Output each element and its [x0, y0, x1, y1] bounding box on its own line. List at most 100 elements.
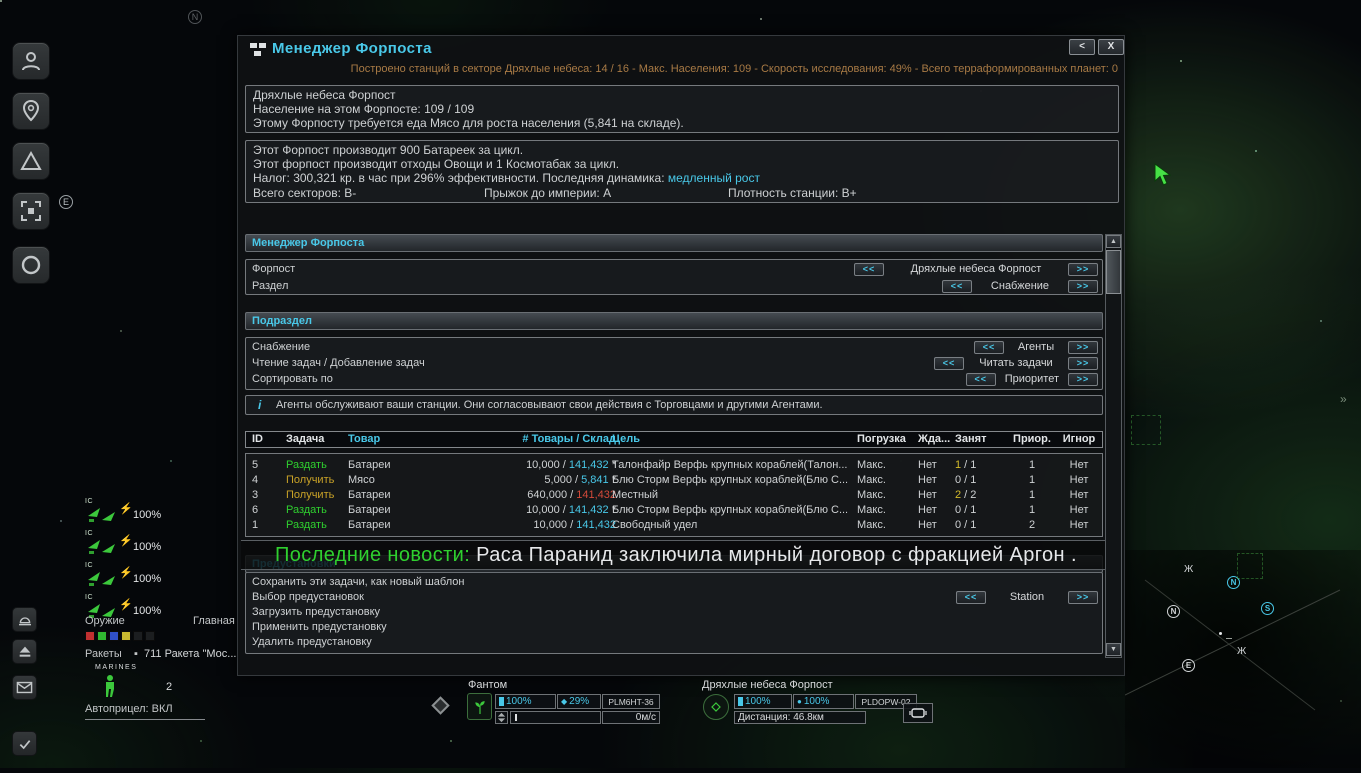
scroll-down-button[interactable]: ▼	[1106, 643, 1121, 656]
sprout-icon	[473, 698, 487, 716]
ship-id-plate: PLM6HT-36	[602, 694, 660, 709]
group-color-2[interactable]	[97, 631, 107, 641]
marine-icon	[102, 674, 118, 698]
ship-name: Фантом	[468, 679, 507, 691]
sort-value: Приоритет	[999, 372, 1065, 387]
supply-next-button[interactable]: >>	[1068, 341, 1098, 354]
target-shield-gauge: 100%	[734, 694, 792, 709]
task-amount: 10,000 / 141,432 *	[446, 458, 616, 473]
weapon-group-energy: 100%	[133, 605, 161, 617]
sidebar-map-button[interactable]	[12, 92, 50, 130]
section-prev-button[interactable]: <<	[942, 280, 972, 293]
missiles-value[interactable]: 711 Ракета "Мос...	[144, 648, 236, 660]
weapon-group-1[interactable]: IC ⚡ 100%	[85, 500, 175, 530]
header-ignore: Игнор	[1056, 432, 1102, 447]
task-id: 4	[252, 473, 280, 488]
weapon-group-energy: 100%	[133, 541, 161, 553]
task-ignore: Нет	[1056, 458, 1102, 473]
gauge-bar-icon	[499, 697, 504, 706]
section-next-button[interactable]: >>	[1068, 280, 1098, 293]
task-ware: Батареи	[348, 518, 444, 533]
marines-count: 2	[166, 681, 172, 693]
group-color-empty-1[interactable]	[133, 631, 143, 641]
sidebar-pilot-button[interactable]	[12, 42, 50, 80]
missile-bullet-icon: ▪	[134, 648, 138, 660]
sort-next-button[interactable]: >>	[1068, 373, 1098, 386]
group-color-4[interactable]	[121, 631, 131, 641]
task-busy: 1 / 1	[955, 458, 1007, 473]
preset-next-button[interactable]: >>	[1068, 591, 1098, 604]
sidebar-video-button[interactable]	[12, 192, 50, 230]
target-diamond-icon	[710, 701, 722, 713]
preset-save-row[interactable]: Сохранить эти задачи, как новый шаблон	[252, 575, 464, 590]
ship-menu-button[interactable]	[467, 693, 492, 720]
task-row-3[interactable]: 3 Получить Батареи 640,000 / 141,432 Мес…	[246, 488, 1102, 503]
comm-button[interactable]	[903, 703, 933, 723]
production-line1: Этот Форпост производит 900 Батареек за …	[253, 143, 523, 157]
scrollbar[interactable]: ▲ ▼	[1105, 234, 1122, 658]
sidebar-navigation-button[interactable]	[12, 142, 50, 180]
dome-icon	[17, 612, 33, 628]
outpost-label: Форпост	[252, 262, 295, 277]
starfield	[0, 0, 2, 2]
outpost-prev-button[interactable]: <<	[854, 263, 884, 276]
comm-screen-icon	[909, 707, 927, 719]
speed-bar[interactable]	[510, 711, 601, 724]
check-icon	[17, 736, 33, 752]
hint-text: Агенты обслуживают ваши станции. Они сог…	[276, 399, 823, 411]
preset-apply-row[interactable]: Применить предустановку	[252, 620, 387, 635]
weapon-group-energy: 100%	[133, 573, 161, 585]
task-busy: 0 / 1	[955, 503, 1007, 518]
task-amount: 10,000 / 141,432 *	[446, 503, 616, 518]
messages-button[interactable]	[12, 675, 37, 700]
sidebar-sector-button[interactable]	[12, 246, 50, 284]
supply-prev-button[interactable]: <<	[974, 341, 1004, 354]
close-button[interactable]: X	[1098, 39, 1124, 55]
sort-prev-button[interactable]: <<	[966, 373, 996, 386]
task-wait: Нет	[918, 458, 954, 473]
scrollbar-thumb[interactable]	[1106, 250, 1121, 294]
envelope-icon	[16, 680, 33, 695]
group-color-3[interactable]	[109, 631, 119, 641]
stat-density: Плотность станции: B+	[728, 186, 857, 200]
task-priority: 1	[1012, 458, 1052, 473]
stat-jump: Прыжок до империи: A	[484, 186, 611, 200]
outpost-next-button[interactable]: >>	[1068, 263, 1098, 276]
task-type: Получить	[286, 473, 346, 488]
speed-readout: 0м/с	[602, 711, 660, 724]
throttle-stepper[interactable]	[495, 711, 508, 724]
tasks-mode-next-button[interactable]: >>	[1068, 357, 1098, 370]
target-menu-button[interactable]	[703, 694, 729, 720]
preset-load-row[interactable]: Загрузить предустановку	[252, 605, 380, 620]
person-icon	[19, 49, 43, 73]
tab-main[interactable]: Главная	[193, 615, 235, 627]
triangle-icon	[19, 149, 43, 173]
tasks-mode-label: Чтение задач / Добавление задач	[252, 356, 425, 371]
group-color-empty-2[interactable]	[145, 631, 155, 641]
dock-button[interactable]	[12, 607, 37, 632]
map-pin-icon	[19, 99, 43, 123]
back-button[interactable]: <	[1069, 39, 1095, 55]
group-color-1[interactable]	[85, 631, 95, 641]
tab-weapons[interactable]: Оружие	[85, 615, 125, 627]
tasks-mode-prev-button[interactable]: <<	[934, 357, 964, 370]
task-target: Местный	[612, 488, 852, 503]
manager-selector-panel: Форпост << Дряхлые небеса Форпост >> Раз…	[245, 259, 1103, 295]
header-amount: # Товары / Склад	[446, 432, 616, 447]
task-row-5[interactable]: 5 Раздать Батареи 10,000 / 141,432 * Тал…	[246, 458, 1102, 473]
scroll-up-button[interactable]: ▲	[1106, 235, 1121, 248]
weapon-group-3[interactable]: IC ⚡ 100%	[85, 564, 175, 594]
autoaim-toggle[interactable]: Автоприцел: ВКЛ	[85, 703, 173, 715]
task-row-1[interactable]: 1 Раздать Батареи 10,000 / 141,432 Свобо…	[246, 518, 1102, 533]
preset-prev-button[interactable]: <<	[956, 591, 986, 604]
preset-select-label: Выбор предустановок	[252, 590, 364, 605]
eject-button[interactable]	[12, 639, 37, 664]
task-row-4[interactable]: 4 Получить Мясо 5,000 / 5,841 * Блю Стор…	[246, 473, 1102, 488]
weapon-group-2[interactable]: IC ⚡ 100%	[85, 532, 175, 562]
fighter-icons	[87, 503, 119, 523]
task-row-6[interactable]: 6 Раздать Батареи 10,000 / 141,432 * Блю…	[246, 503, 1102, 518]
eject-icon	[17, 644, 33, 660]
confirm-button[interactable]	[12, 731, 37, 756]
task-priority: 1	[1012, 503, 1052, 518]
preset-delete-row[interactable]: Удалить предустановку	[252, 635, 372, 650]
